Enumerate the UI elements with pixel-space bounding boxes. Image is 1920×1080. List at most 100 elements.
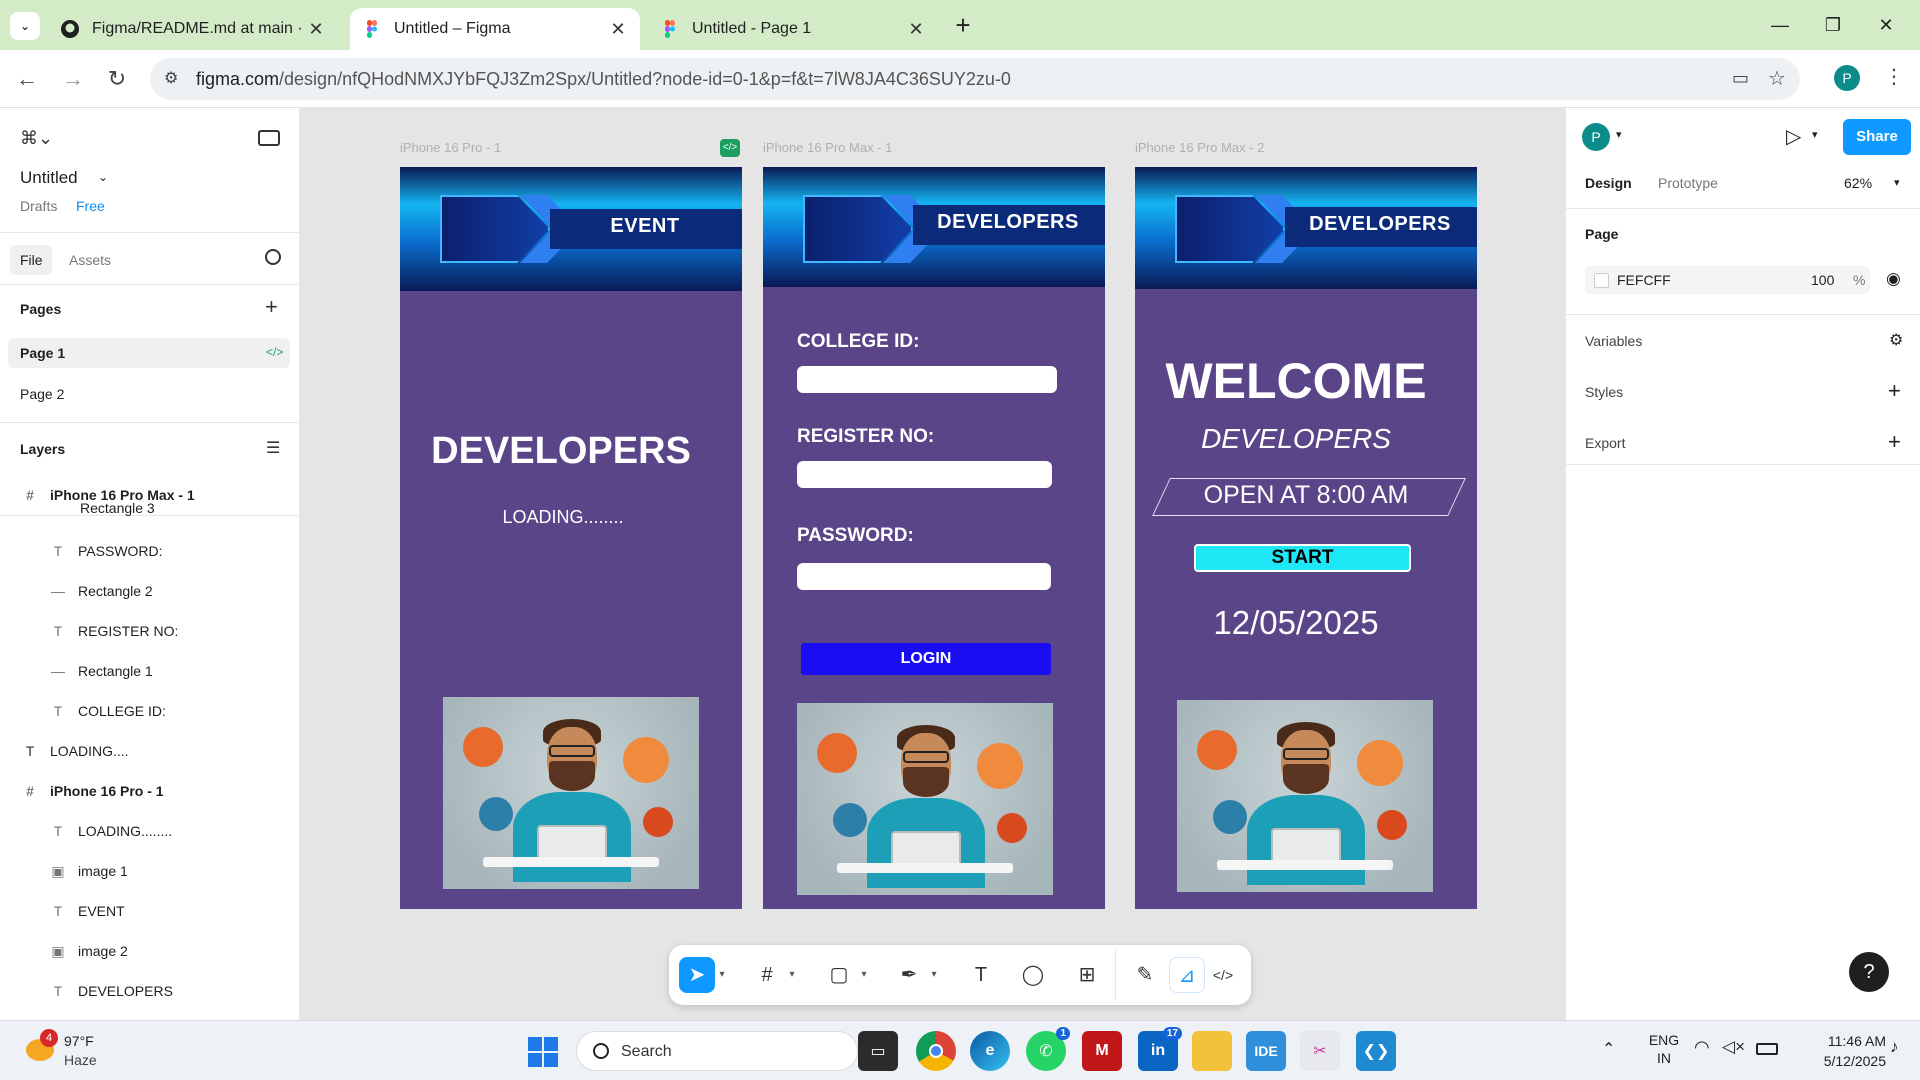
move-tool-icon[interactable]: ➤	[679, 957, 715, 993]
file-name[interactable]: Untitled	[20, 168, 78, 188]
close-icon[interactable]: ✕	[306, 19, 326, 40]
file-name-chevron-icon[interactable]: ⌄	[98, 170, 108, 184]
profile-avatar[interactable]: P	[1834, 65, 1860, 91]
pen-tool-icon[interactable]: ✒	[891, 957, 927, 993]
chevron-down-icon[interactable]: ▾	[1894, 176, 1900, 189]
user-avatar[interactable]: P	[1582, 123, 1610, 151]
close-icon[interactable]: ✕	[608, 19, 628, 40]
clipboard-icon[interactable]: ▭	[1732, 68, 1749, 89]
page-item-page-2[interactable]: Page 2	[20, 386, 64, 402]
layer-row[interactable]: T EVENT	[0, 891, 300, 931]
start-button[interactable]: START	[1194, 544, 1411, 572]
layer-row[interactable]: T PASSWORD:	[0, 531, 300, 571]
export-heading[interactable]: Export	[1585, 435, 1625, 451]
minimize-icon[interactable]: —	[1760, 10, 1800, 40]
add-export-icon[interactable]: +	[1888, 429, 1901, 455]
mcafee-icon[interactable]: M	[1082, 1031, 1122, 1071]
site-settings-icon[interactable]: ⚙	[164, 68, 186, 90]
frame-label[interactable]: iPhone 16 Pro - 1	[400, 140, 501, 155]
snipping-tool-icon[interactable]: ✂	[1300, 1031, 1340, 1071]
canvas[interactable]: iPhone 16 Pro - 1 </> EVENT DEVELOPERS L…	[300, 108, 1565, 1020]
variables-heading[interactable]: Variables	[1585, 333, 1642, 349]
chevron-down-icon[interactable]: ▾	[1616, 128, 1622, 141]
rectangle-tool-icon[interactable]: ▢	[821, 957, 857, 993]
chevron-down-icon[interactable]: ▾	[1812, 128, 1818, 141]
file-explorer-icon[interactable]	[1192, 1031, 1232, 1071]
college-id-field[interactable]	[797, 366, 1057, 393]
new-tab-button[interactable]: +	[948, 10, 978, 40]
browser-menu-icon[interactable]: ⋮	[1884, 64, 1904, 89]
chrome-icon[interactable]	[916, 1031, 956, 1071]
share-button[interactable]: Share	[1843, 119, 1911, 155]
styles-heading[interactable]: Styles	[1585, 384, 1623, 400]
add-page-icon[interactable]: +	[265, 294, 278, 320]
layer-row[interactable]: Rectangle 3	[0, 500, 300, 516]
frame-iphone-16-pro-max-2[interactable]: DEVELOPERS WELCOME DEVELOPERS OPEN AT 8:…	[1135, 167, 1477, 909]
dev-mode-badge-icon[interactable]: </>	[720, 139, 740, 157]
figma-menu-icon[interactable]: ⌘⌄	[20, 128, 53, 149]
windows-start-icon[interactable]	[528, 1037, 558, 1067]
linkedin-icon[interactable]: in 17	[1138, 1027, 1182, 1071]
layer-row[interactable]: # iPhone 16 Pro - 1	[0, 771, 300, 811]
restore-icon[interactable]: ❐	[1813, 10, 1853, 40]
layer-row[interactable]: — Rectangle 1	[0, 651, 300, 691]
chevron-down-icon[interactable]: ▾	[857, 957, 871, 993]
chevron-down-icon[interactable]: ▾	[715, 957, 729, 993]
vscode-icon[interactable]: ❮❯	[1356, 1031, 1396, 1071]
volume-muted-icon[interactable]: ◁×	[1722, 1037, 1745, 1057]
register-no-field[interactable]	[797, 461, 1052, 488]
chevron-down-icon[interactable]: ▾	[927, 957, 941, 993]
draw-mode-icon[interactable]: ✎	[1127, 957, 1163, 993]
drafts-label[interactable]: Drafts	[20, 198, 57, 214]
omnibox[interactable]: ⚙ figma.com/design/nfQHodNMXJYbFQJ3Zm2Sp…	[150, 58, 1800, 100]
dev-mode-toggle-icon[interactable]: </>	[1205, 957, 1241, 993]
close-icon[interactable]: ✕	[906, 19, 926, 40]
variables-settings-icon[interactable]: ⚙	[1889, 330, 1903, 350]
tab-figma-page1[interactable]: Untitled - Page 1 ✕	[648, 8, 938, 50]
frame-iphone-16-pro-1[interactable]: EVENT DEVELOPERS LOADING........	[400, 167, 742, 909]
dev-mode-icon[interactable]: </>	[266, 345, 283, 359]
password-field[interactable]	[797, 563, 1051, 590]
show-hidden-icons-chevron[interactable]: ⌃	[1602, 1039, 1615, 1059]
page-opacity-value[interactable]: 100	[1811, 272, 1834, 288]
sidebar-toggle-icon[interactable]	[258, 130, 280, 146]
plan-badge[interactable]: Free	[76, 198, 105, 214]
wifi-icon[interactable]: ◠	[1694, 1037, 1710, 1058]
battery-icon[interactable]	[1756, 1043, 1778, 1055]
bookmark-star-icon[interactable]: ☆	[1768, 66, 1786, 91]
present-play-icon[interactable]: ▷	[1786, 124, 1801, 149]
design-mode-icon[interactable]: ⊿	[1169, 957, 1205, 993]
layer-row[interactable]: ▣ image 1	[0, 851, 300, 891]
window-close-icon[interactable]: ✕	[1866, 10, 1906, 40]
weather-widget[interactable]: 4 97°F Haze	[20, 1029, 140, 1073]
layer-row[interactable]: T REGISTER NO:	[0, 611, 300, 651]
forward-icon[interactable]: →	[58, 64, 88, 94]
page-color-value[interactable]: FEFCFF	[1617, 272, 1671, 288]
tab-assets[interactable]: Assets	[69, 252, 111, 268]
chevron-down-icon[interactable]: ▾	[785, 957, 799, 993]
help-button[interactable]: ?	[1849, 952, 1889, 992]
url-text[interactable]: figma.com/design/nfQHodNMXJYbFQJ3Zm2Spx/…	[196, 69, 1011, 90]
eye-icon[interactable]: ◉	[1886, 269, 1901, 289]
frame-tool-icon[interactable]: #	[749, 957, 785, 993]
edge-icon[interactable]: e	[970, 1031, 1010, 1071]
layer-row[interactable]: T LOADING....	[0, 731, 300, 771]
tab-search-button[interactable]: ⌄	[10, 12, 40, 40]
back-icon[interactable]: ←	[12, 64, 42, 94]
frame-label[interactable]: iPhone 16 Pro Max - 1	[763, 140, 892, 155]
layer-row[interactable]: ▣ image 2	[0, 931, 300, 971]
zoom-level[interactable]: 62%	[1844, 175, 1872, 191]
whatsapp-icon[interactable]: ✆ 1	[1026, 1027, 1070, 1071]
actions-tool-icon[interactable]: ⊞	[1069, 957, 1105, 993]
add-style-icon[interactable]: +	[1888, 378, 1901, 404]
notification-bell-icon[interactable]: ♪	[1890, 1037, 1899, 1057]
layer-row[interactable]: T LOADING........	[0, 811, 300, 851]
tab-design[interactable]: Design	[1585, 175, 1632, 191]
frame-iphone-16-pro-max-1[interactable]: DEVELOPERS COLLEGE ID: REGISTER NO: PASS…	[763, 167, 1105, 909]
layers-options-icon[interactable]: ☰	[266, 438, 280, 458]
login-button[interactable]: LOGIN	[801, 643, 1051, 675]
taskbar-search-box[interactable]: Search	[576, 1031, 858, 1071]
tab-figma-untitled[interactable]: Untitled – Figma ✕	[350, 8, 640, 50]
comment-tool-icon[interactable]: ◯	[1015, 957, 1051, 993]
page-color-swatch[interactable]	[1594, 273, 1609, 288]
